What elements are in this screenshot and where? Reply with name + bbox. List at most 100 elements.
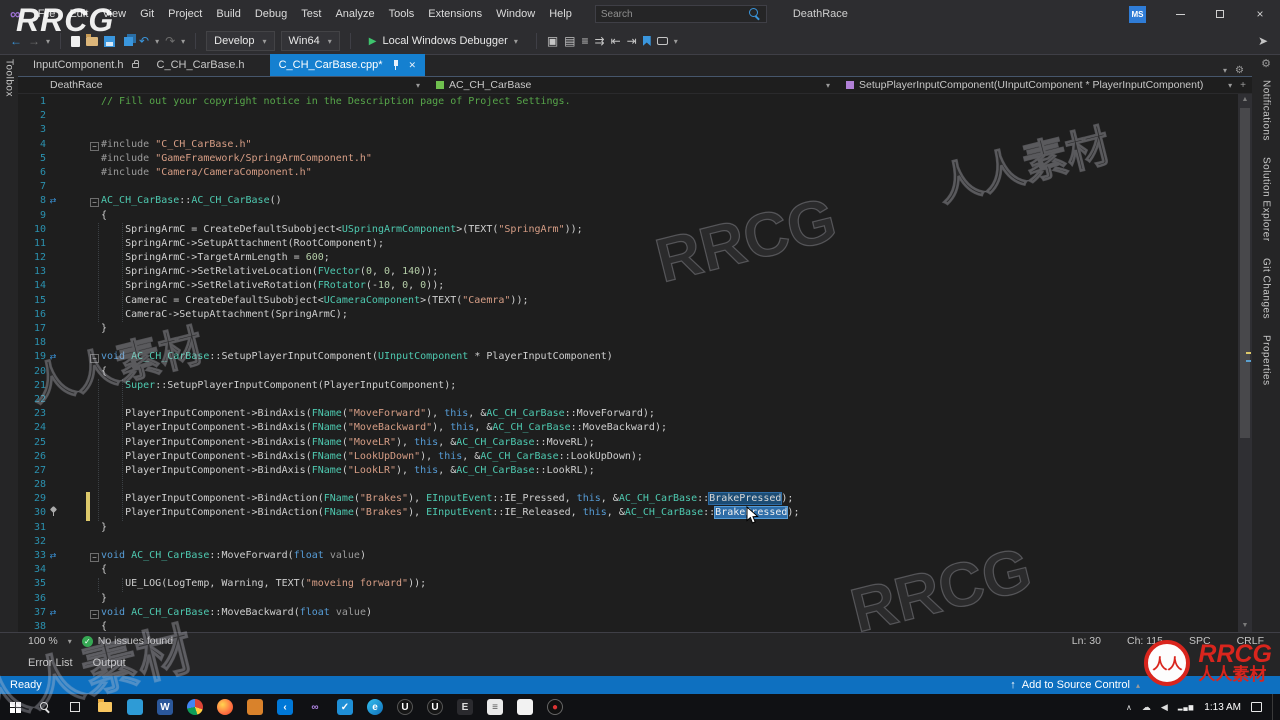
code-line-12[interactable]: 12 SpringArmC->TargetArmLength = 600; — [18, 251, 1238, 265]
save-all-icon[interactable] — [121, 36, 134, 46]
menu-project[interactable]: Project — [161, 0, 209, 28]
taskbar-app-blue-doc[interactable] — [120, 694, 150, 720]
pin-icon[interactable] — [392, 60, 400, 70]
taskbar-edge[interactable]: e — [360, 694, 390, 720]
indent-decrease-icon[interactable]: ⇤ — [611, 35, 621, 47]
navigate-forward-icon[interactable]: → — [28, 35, 40, 47]
tab-inputcomponent-h[interactable]: InputComponent.h — [24, 54, 148, 76]
taskbar-task-view-button[interactable] — [60, 694, 90, 720]
code-line-8[interactable]: 8 ⇄ − AC_CH_CarBase::AC_CH_CarBase() — [18, 194, 1238, 208]
bookmark-icon[interactable] — [642, 36, 651, 46]
undo-icon[interactable]: ↶ — [139, 35, 149, 47]
code-line-26[interactable]: 26 PlayerInputComponent->BindAxis(FName(… — [18, 450, 1238, 464]
code-line-33[interactable]: 33 ⇄ − void AC_CH_CarBase::MoveForward(floa… — [18, 549, 1238, 563]
network-icon[interactable]: ▂▄▆ — [1178, 704, 1194, 711]
toolbox-tab[interactable]: Toolbox — [4, 59, 15, 97]
side-tab-properties[interactable]: Properties — [1261, 335, 1272, 386]
split-window-icon[interactable]: + — [1240, 80, 1252, 91]
code-line-22[interactable]: 22 — [18, 393, 1238, 407]
code-editor[interactable]: 1 // Fill out your copyright notice in th… — [18, 94, 1252, 632]
show-desktop-button[interactable] — [1272, 694, 1276, 720]
code-line-36[interactable]: 36} — [18, 592, 1238, 606]
taskbar-vscode[interactable]: ‹ — [270, 694, 300, 720]
code-line-7[interactable]: 7 — [18, 180, 1238, 194]
menu-view[interactable]: View — [95, 0, 133, 28]
onedrive-cloud-icon[interactable]: ☁ — [1142, 702, 1151, 713]
code-line-29[interactable]: 29 PlayerInputComponent->BindAction(FNam… — [18, 492, 1238, 507]
source-control-button[interactable]: ↑ Add to Source Control ▴ — [1010, 679, 1140, 691]
taskbar-app-check[interactable]: ✓ — [330, 694, 360, 720]
taskbar-unreal-engine[interactable]: U — [390, 694, 420, 720]
code-line-19[interactable]: 19 ⇄ − void AC_CH_CarBase::SetupPlayerInput… — [18, 350, 1238, 364]
menu-window[interactable]: Window — [489, 0, 542, 28]
toolbar-overflow-icon[interactable]: ▾ — [674, 37, 678, 46]
menu-analyze[interactable]: Analyze — [328, 0, 381, 28]
redo-dropdown-icon[interactable]: ▾ — [181, 37, 185, 46]
code-line-1[interactable]: 1 // Fill out your copyright notice in th… — [18, 95, 1238, 109]
platform-dropdown[interactable]: Win64 ▾ — [280, 31, 340, 51]
new-file-icon[interactable] — [71, 35, 81, 47]
taskbar-notepad[interactable]: ≡ — [480, 694, 510, 720]
code-line-24[interactable]: 24 PlayerInputComponent->BindAxis(FName(… — [18, 421, 1238, 435]
taskbar-chrome[interactable] — [180, 694, 210, 720]
code-line-32[interactable]: 32 — [18, 535, 1238, 549]
indent-increase-icon[interactable]: ⇥ — [627, 35, 637, 47]
breadcrumb-project[interactable]: DeathRace ▾ — [42, 77, 428, 93]
breadcrumb-member[interactable]: SetupPlayerInputComponent(UInputComponen… — [838, 77, 1240, 93]
code-line-15[interactable]: 15 CameraC = CreateDefaultSubobject<UCam… — [18, 294, 1238, 308]
code-line-11[interactable]: 11 SpringArmC->SetupAttachment(RootCompo… — [18, 237, 1238, 251]
comment-icon[interactable] — [656, 37, 668, 45]
scrollbar-thumb[interactable] — [1240, 108, 1250, 438]
taskbar-app-doc-white[interactable] — [510, 694, 540, 720]
eol-indicator[interactable]: CRLF — [1237, 635, 1264, 647]
code-line-30[interactable]: 30 PlayerInputComponent->BindAction(FNam… — [18, 506, 1238, 521]
minimize-button[interactable] — [1160, 0, 1200, 28]
restore-button[interactable] — [1200, 0, 1240, 28]
code-line-23[interactable]: 23 PlayerInputComponent->BindAxis(FName(… — [18, 407, 1238, 421]
taskbar-unreal-editor[interactable]: U — [420, 694, 450, 720]
taskbar-clock[interactable]: 1:13 AM — [1204, 702, 1241, 713]
taskbar-visual-studio[interactable]: ∞ — [300, 694, 330, 720]
vertical-scrollbar[interactable]: ▲ ▼ — [1238, 94, 1252, 632]
zoom-level[interactable]: 100 % — [28, 635, 58, 647]
code-line-5[interactable]: 5 #include "GameFramework/SpringArmCompon… — [18, 152, 1238, 166]
side-tab-notifications[interactable]: Notifications — [1261, 80, 1272, 141]
hot-reload-icon[interactable]: ▤ — [564, 35, 575, 47]
code-line-20[interactable]: 20 { — [18, 365, 1238, 379]
document-health[interactable]: ✓ No issues found — [81, 635, 173, 647]
code-line-18[interactable]: 18 — [18, 336, 1238, 350]
side-tab-git-changes[interactable]: Git Changes — [1261, 258, 1272, 319]
code-line-10[interactable]: 10 SpringArmC = CreateDefaultSubobject<U… — [18, 223, 1238, 237]
menu-edit[interactable]: Edit — [62, 0, 95, 28]
tab-c-ch-carbase-h[interactable]: C_CH_CarBase.h — [148, 54, 254, 76]
panel-tab-error-list[interactable]: Error List — [28, 657, 73, 669]
tab-c-ch-carbase-cpp[interactable]: C_CH_CarBase.cpp* ✕ — [269, 54, 426, 76]
scroll-up-icon[interactable]: ▲ — [1238, 94, 1252, 106]
code-line-28[interactable]: 28 — [18, 478, 1238, 492]
code-line-38[interactable]: 38 { — [18, 620, 1238, 632]
menu-test[interactable]: Test — [294, 0, 328, 28]
code-line-21[interactable]: 21 Super::SetupPlayerInputComponent(Play… — [18, 379, 1238, 393]
side-tab-solution-explorer[interactable]: Solution Explorer — [1261, 157, 1272, 242]
navigate-list-icon[interactable]: ≡ — [582, 35, 589, 47]
action-center-icon[interactable] — [1251, 702, 1262, 712]
settings-gear-icon[interactable]: ⚙ — [1261, 57, 1271, 70]
undo-dropdown-icon[interactable]: ▾ — [155, 37, 159, 46]
code-line-31[interactable]: 31} — [18, 521, 1238, 535]
code-line-9[interactable]: 9{ — [18, 209, 1238, 223]
open-file-icon[interactable] — [86, 33, 99, 46]
search-icon[interactable] — [748, 8, 761, 20]
start-debugging-button[interactable]: ▶ Local Windows Debugger ▾ — [361, 31, 526, 51]
code-line-34[interactable]: 34 { — [18, 563, 1238, 577]
configuration-dropdown[interactable]: Develop ▾ — [206, 31, 275, 51]
scroll-down-icon[interactable]: ▼ — [1238, 620, 1252, 632]
taskbar-app-word[interactable]: W — [150, 694, 180, 720]
menu-debug[interactable]: Debug — [248, 0, 294, 28]
code-line-25[interactable]: 25 PlayerInputComponent->BindAxis(FName(… — [18, 436, 1238, 450]
code-line-13[interactable]: 13 SpringArmC->SetRelativeLocation(FVect… — [18, 265, 1238, 279]
code-line-16[interactable]: 16 CameraC->SetupAttachment(SpringArmC); — [18, 308, 1238, 322]
menu-git[interactable]: Git — [133, 0, 161, 28]
taskbar-app-orange[interactable] — [240, 694, 270, 720]
close-button[interactable]: × — [1240, 0, 1280, 28]
zoom-dropdown-icon[interactable]: ▾ — [68, 637, 72, 646]
